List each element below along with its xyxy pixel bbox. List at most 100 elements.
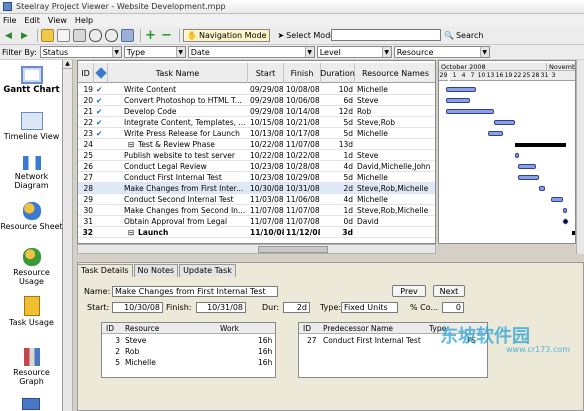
gantt-day-label: 3 [549, 71, 558, 81]
resource-filter[interactable]: Resource ▼ [393, 46, 490, 58]
open-folder-icon[interactable] [41, 29, 54, 42]
view-resource-usage[interactable]: Resource Usage [0, 248, 63, 286]
view-resource-sheet[interactable]: Resource Sheet [0, 202, 63, 231]
gantt-milestone[interactable] [561, 217, 570, 226]
cell-name: Convert Photoshop to HTML T... [124, 96, 242, 105]
table-row[interactable]: 27 Conduct First Internal Test 10/23/08 10/… [78, 172, 435, 183]
percent-complete-field[interactable]: 0 [442, 302, 464, 313]
resource-cell-name[interactable]: Steve [125, 335, 146, 346]
table-row[interactable]: 19 Write Content 09/29/08 10/08/08 10d Michel… [78, 84, 435, 95]
column-start[interactable]: Start [248, 63, 284, 83]
view-task-usage[interactable]: Task Usage [0, 296, 63, 327]
collapse-toggle-icon[interactable]: ⊟ [128, 139, 136, 150]
table-row[interactable]: 20 Convert Photoshop to HTML T... 09/29/08… [78, 95, 435, 106]
tab-update-task[interactable]: Update Task [179, 264, 236, 277]
gantt-task-bar[interactable] [563, 208, 567, 213]
menu-help[interactable]: Help [75, 16, 93, 25]
predecessor-cell-id[interactable]: 27 [307, 335, 317, 346]
search-input[interactable] [331, 29, 441, 41]
resource-cell-work[interactable]: 16h [258, 357, 272, 368]
column-finish[interactable]: Finish [284, 63, 321, 83]
collapse-toggle-icon[interactable]: ⊟ [128, 227, 136, 238]
column-resource-names[interactable]: Resource Names [355, 63, 435, 83]
resource-cell-id[interactable]: 3 [106, 335, 120, 346]
table-row[interactable]: 22 Integrate Content, Templates, ... 10/15… [78, 117, 435, 128]
scrollbar-thumb[interactable] [258, 246, 328, 253]
gantt-task-bar[interactable] [518, 175, 539, 180]
gantt-task-bar[interactable] [551, 197, 563, 202]
gantt-vertical-scrollbar[interactable] [576, 60, 584, 254]
table-row[interactable]: 21 Develop Code 09/29/08 10/14/08 12d Rob ✔ [78, 106, 435, 117]
menu-edit[interactable]: Edit [24, 16, 40, 25]
view-network-diagram[interactable]: Network Diagram [0, 156, 63, 190]
settings-icon[interactable] [121, 29, 134, 42]
view-timeline[interactable]: Timeline View [0, 112, 63, 141]
next-button[interactable]: Next [433, 285, 465, 297]
status-filter[interactable]: Status ▼ [39, 46, 122, 58]
column-info[interactable] [94, 63, 108, 83]
level-filter[interactable]: Level ▼ [316, 46, 392, 58]
resource-cell-work[interactable]: 16h [258, 335, 272, 346]
table-row[interactable]: 26 Conduct Legal Review 10/23/08 10/28/08 4d… [78, 161, 435, 172]
finish-field[interactable]: 10/31/08 [196, 302, 246, 313]
column-duration[interactable]: Duration [320, 63, 355, 83]
resource-cell-id[interactable]: 5 [106, 357, 120, 368]
type-filter[interactable]: Type ▼ [123, 46, 186, 58]
select-mode-button[interactable]: ➤ Select Mode [274, 29, 338, 42]
menu-file[interactable]: File [3, 16, 16, 25]
tab-task-details[interactable]: Task Details [77, 264, 133, 277]
resource-cell-name[interactable]: Rob [125, 346, 139, 357]
table-row[interactable]: 31 Obtain Approval from Legal 11/07/08 11/0… [78, 216, 435, 227]
date-filter[interactable]: Date ▼ [187, 46, 315, 58]
scroll-up-icon[interactable]: ▲ [63, 60, 72, 69]
tab-notes[interactable]: No Notes [133, 264, 179, 277]
grid-horizontal-scrollbar[interactable] [77, 244, 436, 254]
gantt-task-bar[interactable] [518, 164, 536, 169]
table-row[interactable]: 29 Conduct Second Internal Test 11/03/08 11… [78, 194, 435, 205]
collapse-minus-icon[interactable]: − [160, 28, 173, 43]
resource-cell-name[interactable]: Michelle [125, 357, 156, 368]
view-bar-scrollbar[interactable]: ▲ [63, 60, 73, 411]
zoom-out-icon[interactable] [105, 29, 118, 42]
table-row[interactable]: 25 Publish website to test server 10/22/08… [78, 150, 435, 161]
gantt-task-bar[interactable] [446, 98, 470, 103]
cell-resources: Steve,Rob,Michelle [357, 206, 429, 215]
search-icon: 🔍 [444, 31, 454, 40]
task-name-field[interactable]: Make Changes from First Internal Test [112, 286, 278, 297]
column-id[interactable]: ID [78, 63, 94, 83]
search-button[interactable]: 🔍 Search [444, 29, 483, 42]
gantt-task-bar[interactable] [515, 153, 519, 158]
table-row[interactable]: 28 Make Changes from First Inter... 10/30/… [78, 183, 435, 194]
view-gantt-chart[interactable]: Gantt Chart [0, 66, 63, 95]
column-task-name[interactable]: Task Name [108, 63, 248, 83]
resource-cell-id[interactable]: 2 [106, 346, 120, 357]
prev-button[interactable]: Prev [392, 285, 426, 297]
zoom-in-icon[interactable] [89, 29, 102, 42]
pred-col-name: Predecessor Name [323, 324, 394, 333]
calendar-icon[interactable] [22, 398, 40, 410]
table-row[interactable]: 30 Make Changes from Second In... 11/07/08… [78, 205, 435, 216]
predecessor-cell-name[interactable]: Conduct First Internal Test [323, 335, 421, 346]
menu-view[interactable]: View [48, 16, 67, 25]
forward-arrow-icon[interactable]: ▶ [18, 29, 31, 42]
type-field[interactable]: Fixed Units [341, 302, 398, 313]
duration-field[interactable]: 2d [283, 302, 310, 313]
gantt-task-bar[interactable] [539, 186, 545, 191]
resource-cell-work[interactable]: 16h [258, 346, 272, 357]
gantt-summary-bar[interactable] [515, 143, 566, 147]
expand-plus-icon[interactable]: + [144, 28, 157, 43]
table-row[interactable]: 23 Write Press Release for Launch 10/13/08… [78, 128, 435, 139]
email-icon[interactable] [57, 29, 70, 42]
start-field[interactable]: 10/30/08 [112, 302, 163, 313]
gantt-task-bar[interactable] [446, 87, 476, 92]
gantt-task-bar[interactable] [446, 109, 494, 114]
gantt-task-bar[interactable] [488, 131, 503, 136]
table-row[interactable]: 32 Launch 11/10/08 11/12/08 3d ⊟ [78, 227, 435, 238]
table-row[interactable]: 24 Test & Review Phase 10/22/08 11/07/08 13d… [78, 139, 435, 150]
navigation-mode-button[interactable]: ✋ Navigation Mode [183, 29, 271, 42]
view-resource-graph[interactable]: Resource Graph [0, 348, 63, 386]
back-arrow-icon[interactable]: ◀ [2, 29, 15, 42]
cell-duration: 13d [338, 140, 353, 149]
print-icon[interactable] [73, 29, 86, 42]
gantt-task-bar[interactable] [494, 120, 515, 125]
